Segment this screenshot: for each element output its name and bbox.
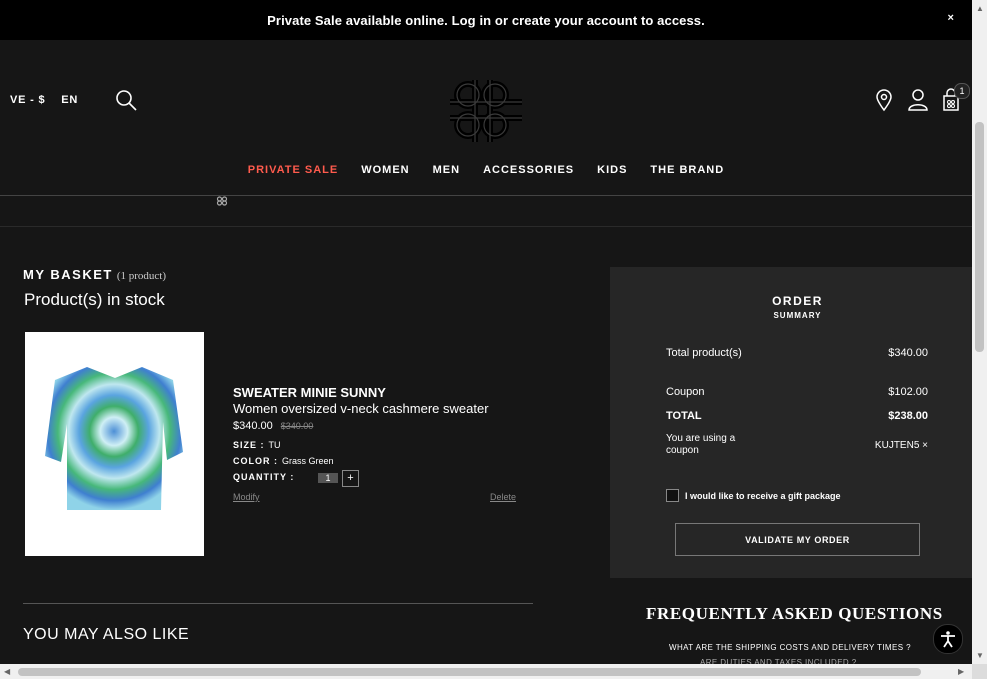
gift-package-option[interactable]: I would like to receive a gift package <box>666 489 841 502</box>
validate-order-button[interactable]: VALIDATE MY ORDER <box>675 523 920 556</box>
scrollbar-corner <box>972 664 987 679</box>
remove-coupon-button[interactable]: KUJTEN5 × <box>875 440 928 451</box>
horizontal-scroll-thumb[interactable] <box>18 668 921 676</box>
scroll-right-icon[interactable]: ▶ <box>958 667 964 676</box>
faq-question[interactable]: WHAT ARE THE SHIPPING COSTS AND DELIVERY… <box>669 643 911 652</box>
summary-title: ORDER <box>772 294 823 308</box>
summary-subtitle: SUMMARY <box>773 311 822 320</box>
vertical-scroll-thumb[interactable] <box>975 122 984 352</box>
divider <box>23 603 533 604</box>
nav-kids[interactable]: KIDS <box>597 164 627 176</box>
scroll-up-icon[interactable]: ▲ <box>976 4 984 13</box>
delete-link[interactable]: Delete <box>490 492 516 502</box>
nav-accessories[interactable]: ACCESSORIES <box>483 164 574 176</box>
nav-men[interactable]: MEN <box>433 164 460 176</box>
nav-women[interactable]: WOMEN <box>361 164 409 176</box>
cart-count-badge: 1 <box>954 83 970 99</box>
gift-label: I would like to receive a gift package <box>685 490 841 501</box>
product-name[interactable]: SWEATER MINIE SUNNY <box>233 385 386 400</box>
main-nav: PRIVATE SALE WOMEN MEN ACCESSORIES KIDS … <box>0 164 972 176</box>
color-attr: COLOR : Grass Green <box>233 456 334 466</box>
language[interactable]: EN <box>61 94 78 106</box>
store-locator-icon[interactable] <box>874 88 894 112</box>
account-icon[interactable] <box>907 88 929 112</box>
gift-checkbox[interactable] <box>666 489 679 502</box>
total-product-row: Total product(s) $340.00 <box>666 347 928 359</box>
coupon-row: Coupon $102.00 <box>666 386 928 398</box>
mini-logo-icon <box>216 196 228 206</box>
accessibility-figure-icon <box>941 631 955 648</box>
in-stock-heading: Product(s) in stock <box>24 290 165 309</box>
scroll-down-icon[interactable]: ▼ <box>976 651 984 660</box>
accessibility-icon[interactable] <box>933 624 963 654</box>
scroll-left-icon[interactable]: ◀ <box>4 667 10 676</box>
horizontal-scrollbar[interactable]: ◀ ▶ <box>0 664 972 679</box>
nav-private-sale[interactable]: PRIVATE SALE <box>248 164 338 176</box>
locale-selector[interactable]: VE - $ EN <box>10 94 90 106</box>
site-header: VE - $ EN 1 PRIVATE SALE WOMEN MEN ACCES… <box>0 40 972 196</box>
current-price: $340.00 <box>233 420 273 432</box>
total-row: TOTAL $238.00 <box>666 410 928 422</box>
close-icon[interactable]: × <box>947 12 954 24</box>
brand-logo[interactable] <box>448 78 526 144</box>
product-price: $340.00 $340.00 <box>233 420 313 432</box>
order-summary-panel: ORDER SUMMARY Total product(s) $340.00 C… <box>610 267 972 578</box>
modify-link[interactable]: Modify <box>233 492 260 502</box>
faq-title: FREQUENTLY ASKED QUESTIONS <box>646 604 943 623</box>
quantity-plus-button[interactable]: + <box>342 470 359 487</box>
sub-bar <box>0 196 972 227</box>
search-icon[interactable] <box>114 88 138 112</box>
using-coupon-label: You are using a coupon <box>666 433 736 456</box>
product-image[interactable] <box>25 332 204 556</box>
banner-text: Private Sale available online. Log in or… <box>267 12 705 28</box>
vertical-scrollbar[interactable]: ▲ ▼ <box>972 0 987 664</box>
promo-banner: Private Sale available online. Log in or… <box>0 0 972 40</box>
quantity-input[interactable]: 1 <box>318 473 338 483</box>
basket-title: MY BASKET (1 product) <box>23 267 167 282</box>
also-like-heading: YOU MAY ALSO LIKE <box>23 626 190 643</box>
size-attr: SIZE : TU <box>233 440 281 450</box>
sweater-illustration <box>45 367 183 510</box>
quantity-attr: QUANTITY : <box>233 472 295 482</box>
nav-the-brand[interactable]: THE BRAND <box>650 164 724 176</box>
product-description: Women oversized v-neck cashmere sweater <box>233 401 489 416</box>
region-currency[interactable]: VE - $ <box>10 94 45 106</box>
basket-count: (1 product) <box>116 270 167 282</box>
old-price: $340.00 <box>280 421 314 431</box>
